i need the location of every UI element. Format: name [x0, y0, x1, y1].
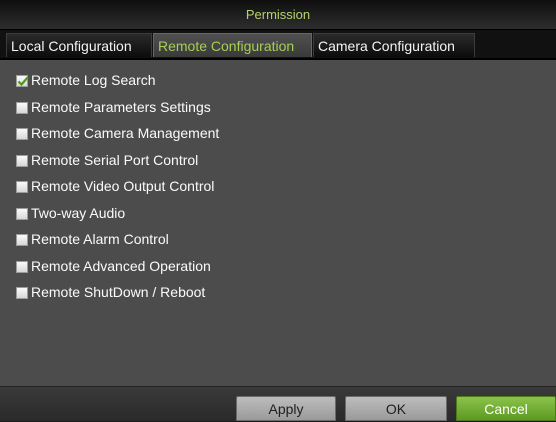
tab-camera-configuration[interactable]: Camera Configuration — [313, 33, 475, 57]
permission-item-remote-camera-management[interactable]: Remote Camera Management — [16, 123, 219, 143]
cancel-button[interactable]: Cancel — [456, 396, 556, 421]
permission-label: Remote ShutDown / Reboot — [31, 284, 206, 300]
permission-label: Remote Parameters Settings — [31, 99, 211, 115]
checkbox[interactable] — [16, 102, 28, 114]
permission-label: Remote Video Output Control — [31, 178, 215, 194]
permission-item-remote-alarm-control[interactable]: Remote Alarm Control — [16, 229, 169, 249]
permission-label: Two-way Audio — [31, 205, 126, 221]
permission-list: Remote Log Search Remote Parameters Sett… — [0, 60, 556, 386]
permission-label: Remote Log Search — [31, 72, 156, 88]
checkbox[interactable] — [16, 75, 29, 87]
dialog-footer: Apply OK Cancel — [0, 386, 556, 421]
permission-item-remote-shutdown-reboot[interactable]: Remote ShutDown / Reboot — [16, 282, 205, 302]
checkbox[interactable] — [16, 128, 28, 140]
apply-button[interactable]: Apply — [236, 396, 336, 421]
checkbox[interactable] — [16, 261, 28, 273]
checkbox[interactable] — [16, 234, 28, 246]
permission-label: Remote Alarm Control — [31, 231, 169, 247]
permission-item-remote-video-output-control[interactable]: Remote Video Output Control — [16, 176, 214, 196]
permission-item-two-way-audio[interactable]: Two-way Audio — [16, 203, 125, 223]
permission-label: Remote Camera Management — [31, 125, 220, 141]
checkbox[interactable] — [16, 208, 28, 220]
tab-local-configuration[interactable]: Local Configuration — [6, 33, 152, 57]
dialog-title: Permission — [0, 0, 556, 30]
checkbox[interactable] — [16, 181, 28, 193]
tab-remote-configuration[interactable]: Remote Configuration — [153, 33, 312, 57]
tab-bar: Local Configuration Remote Configuration… — [0, 30, 556, 60]
permission-label: Remote Advanced Operation — [31, 258, 211, 274]
ok-button[interactable]: OK — [345, 396, 447, 421]
checkmark-icon — [17, 76, 29, 87]
permission-item-remote-parameters-settings[interactable]: Remote Parameters Settings — [16, 97, 211, 117]
permission-dialog: Permission Local Configuration Remote Co… — [0, 0, 556, 421]
checkbox[interactable] — [16, 155, 28, 167]
checkbox[interactable] — [16, 287, 28, 299]
permission-label: Remote Serial Port Control — [31, 152, 199, 168]
permission-item-remote-serial-port-control[interactable]: Remote Serial Port Control — [16, 150, 198, 170]
permission-item-remote-log-search[interactable]: Remote Log Search — [16, 70, 156, 90]
permission-item-remote-advanced-operation[interactable]: Remote Advanced Operation — [16, 256, 211, 276]
